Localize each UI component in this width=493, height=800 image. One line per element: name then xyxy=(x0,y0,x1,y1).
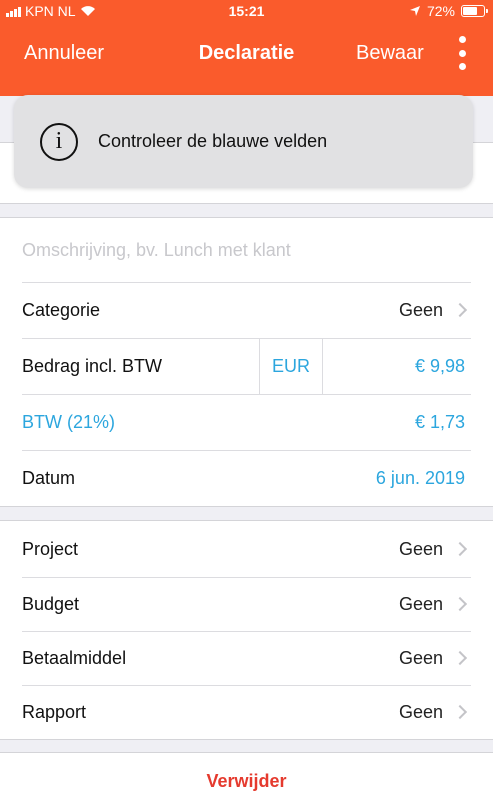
currency-button[interactable]: EUR xyxy=(259,338,323,394)
battery-percent: 72% xyxy=(426,3,455,19)
location-arrow-icon xyxy=(409,6,420,16)
amount-label: Bedrag incl. BTW xyxy=(22,355,163,376)
project-value: Geen xyxy=(398,538,443,559)
vat-label: BTW (21%) xyxy=(22,411,116,432)
date-row[interactable]: Datum 6 jun. 2019 xyxy=(0,450,493,506)
validation-toast: i Controleer de blauwe velden xyxy=(14,95,473,188)
details-section: Project Geen Budget Geen Betaalmiddel Ge… xyxy=(0,520,493,740)
category-label: Categorie xyxy=(22,299,101,320)
amount-field[interactable]: € 9,98 xyxy=(415,356,465,377)
vat-value[interactable]: € 1,73 xyxy=(415,412,465,433)
chevron-right-icon xyxy=(452,302,468,318)
category-row[interactable]: Categorie Geen xyxy=(0,282,493,338)
more-options-icon[interactable] xyxy=(458,36,466,70)
status-bar: KPN NL 15:21 72% xyxy=(0,0,493,22)
budget-label: Budget xyxy=(22,593,80,614)
payment-method-row[interactable]: Betaalmiddel Geen xyxy=(0,631,493,685)
chevron-right-icon xyxy=(452,704,468,720)
category-value: Geen xyxy=(398,299,443,320)
report-row[interactable]: Rapport Geen xyxy=(0,685,493,739)
battery-icon xyxy=(461,5,488,17)
date-value[interactable]: 6 jun. 2019 xyxy=(376,468,465,489)
amount-row: Bedrag incl. BTW EUR € 9,98 xyxy=(0,338,493,394)
delete-button[interactable]: Verwijder xyxy=(0,752,493,800)
project-label: Project xyxy=(22,538,79,559)
report-label: Rapport xyxy=(22,701,87,722)
payment-method-label: Betaalmiddel xyxy=(22,647,127,668)
info-icon: i xyxy=(40,122,78,161)
project-row[interactable]: Project Geen xyxy=(0,521,493,577)
budget-value: Geen xyxy=(398,593,443,614)
header: KPN NL 15:21 72% Annuleer Declaratie Bew… xyxy=(0,0,493,96)
chevron-right-icon xyxy=(452,596,468,612)
chevron-right-icon xyxy=(452,650,468,666)
description-placeholder: Omschrijving, bv. Lunch met klant xyxy=(22,239,291,260)
budget-row[interactable]: Budget Geen xyxy=(0,577,493,631)
description-field[interactable]: Omschrijving, bv. Lunch met klant xyxy=(0,218,493,282)
save-button[interactable]: Bewaar xyxy=(356,42,424,65)
chevron-right-icon xyxy=(452,541,468,557)
status-right: 72% xyxy=(409,3,488,19)
report-value: Geen xyxy=(398,701,443,722)
toast-message: Controleer de blauwe velden xyxy=(98,131,328,151)
expense-form: Omschrijving, bv. Lunch met klant Catego… xyxy=(0,217,493,507)
payment-method-value: Geen xyxy=(398,647,443,668)
vat-row[interactable]: BTW (21%) € 1,73 xyxy=(0,394,493,450)
date-label: Datum xyxy=(22,467,76,488)
